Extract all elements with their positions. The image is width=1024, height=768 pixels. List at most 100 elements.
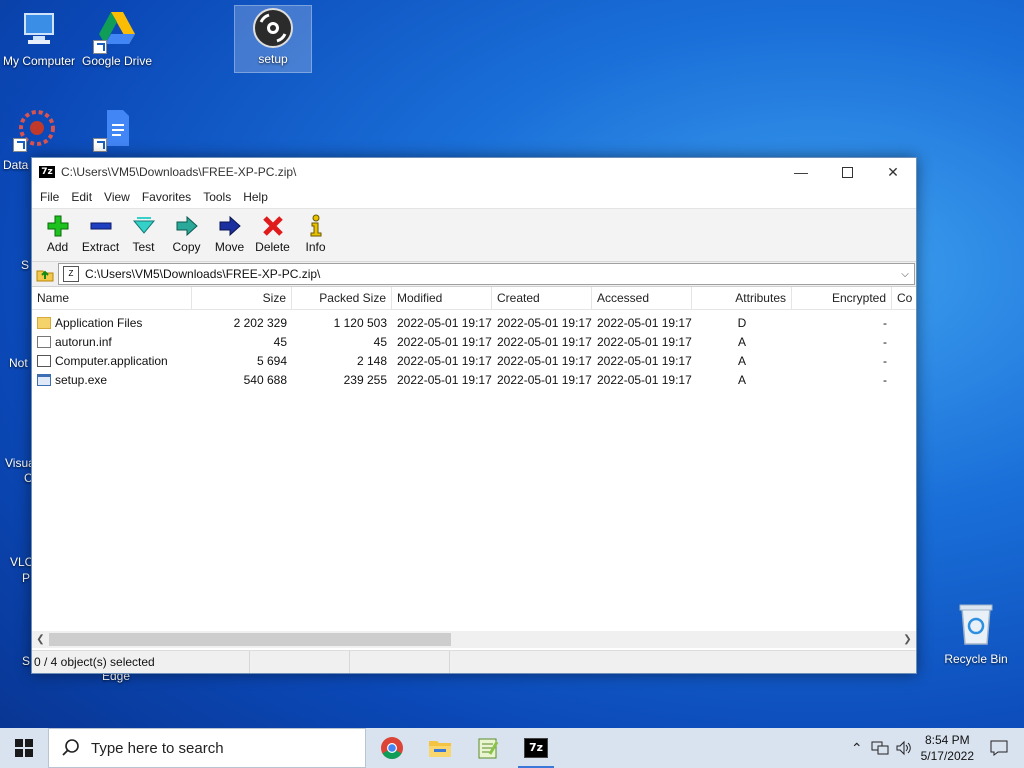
column-header-modified[interactable]: Modified: [392, 287, 492, 309]
sevenzip-window[interactable]: 7z C:\Users\VM5\Downloads\FREE-XP-PC.zip…: [31, 157, 917, 674]
menu-view[interactable]: View: [98, 190, 136, 204]
copy-button[interactable]: Copy: [165, 209, 208, 254]
check-icon: [132, 217, 155, 234]
data-app-icon: [13, 106, 59, 152]
extract-button[interactable]: Extract: [79, 209, 122, 254]
scroll-left-icon[interactable]: ❮: [32, 634, 49, 645]
file-accessed: 2022-05-01 19:17: [597, 354, 692, 368]
desktop-label-partial: Not: [9, 356, 28, 370]
taskbar: Type here to search 7z ⌃ 8:54 PM 5/17/20…: [0, 728, 1024, 768]
column-header-created[interactable]: Created: [492, 287, 592, 309]
delete-button[interactable]: Delete: [251, 209, 294, 254]
taskbar-chrome[interactable]: [368, 728, 416, 768]
chrome-icon: [381, 737, 403, 759]
desktop-label-partial: S: [21, 258, 30, 272]
status-cell: [350, 651, 450, 673]
file-packed-size: 239 255: [343, 373, 387, 387]
info-label: Info: [305, 240, 326, 254]
file-name: autorun.inf: [55, 335, 112, 349]
file-name: Application Files: [55, 316, 143, 330]
delete-x-icon: [262, 216, 283, 236]
file-modified: 2022-05-01 19:17: [397, 316, 492, 330]
notepad-icon: [478, 738, 499, 759]
path-combobox[interactable]: Z C:\Users\VM5\Downloads\FREE-XP-PC.zip\…: [58, 263, 915, 285]
clock-date: 5/17/2022: [920, 749, 974, 763]
network-icon[interactable]: [871, 740, 889, 756]
menu-favorites[interactable]: Favorites: [136, 190, 197, 204]
column-header-co[interactable]: Co: [892, 287, 916, 309]
shortcut-arrow-icon: [93, 138, 107, 152]
disc-icon: [251, 6, 295, 50]
column-header-size[interactable]: Size: [192, 287, 292, 309]
menu-tools[interactable]: Tools: [197, 190, 237, 204]
folder-icon: [429, 741, 451, 757]
maximize-button[interactable]: [824, 158, 870, 186]
table-row[interactable]: setup.exe 540 688 239 255 2022-05-01 19:…: [32, 371, 916, 390]
desktop-label-partial: VLC: [10, 555, 34, 569]
table-row[interactable]: autorun.inf 45 45 2022-05-01 19:17 2022-…: [32, 333, 916, 352]
scroll-right-icon[interactable]: ❯: [899, 634, 916, 645]
folder-up-icon: [36, 270, 54, 282]
taskbar-notepad-plus[interactable]: [464, 728, 512, 768]
file-packed-size: 1 120 503: [333, 316, 387, 330]
taskbar-7zip[interactable]: 7z: [512, 728, 560, 768]
file-list[interactable]: Name Size Packed Size Modified Created A…: [32, 287, 916, 652]
column-header-row: Name Size Packed Size Modified Created A…: [32, 287, 916, 310]
path-input[interactable]: C:\Users\VM5\Downloads\FREE-XP-PC.zip\: [85, 267, 896, 281]
close-button[interactable]: ✕: [870, 158, 916, 186]
up-folder-button[interactable]: [32, 263, 58, 285]
start-button[interactable]: [0, 728, 48, 768]
file-size: 45: [273, 335, 287, 349]
settings-file-icon: [37, 336, 51, 348]
horizontal-scrollbar[interactable]: ❮ ❯: [32, 631, 916, 648]
windows-logo-icon: [15, 739, 33, 757]
column-header-packed-size[interactable]: Packed Size: [292, 287, 392, 309]
desktop-icon-recycle-bin[interactable]: Recycle Bin: [938, 600, 1014, 666]
menu-file[interactable]: File: [34, 190, 65, 204]
move-button[interactable]: Move: [208, 209, 251, 254]
clock[interactable]: 8:54 PM 5/17/2022: [921, 732, 974, 764]
status-cell: [450, 651, 916, 673]
column-header-accessed[interactable]: Accessed: [592, 287, 692, 309]
column-header-attributes[interactable]: Attributes: [692, 287, 792, 309]
desktop-icon-my-computer[interactable]: My Computer: [1, 8, 77, 68]
chevron-up-icon[interactable]: ⌃: [851, 740, 863, 757]
desktop-icon-doc[interactable]: [79, 106, 155, 152]
desktop-icon-setup[interactable]: setup: [234, 5, 312, 73]
toolbar: Add Extract Test Copy Move Delete Info: [32, 208, 916, 262]
minimize-button[interactable]: —: [778, 158, 824, 186]
info-button[interactable]: Info: [294, 209, 337, 254]
scroll-track[interactable]: [49, 633, 899, 646]
column-header-encrypted[interactable]: Encrypted: [792, 287, 892, 309]
search-box[interactable]: Type here to search: [48, 728, 366, 768]
sevenzip-logo-icon: 7z: [524, 738, 548, 758]
copy-arrow-icon: [176, 215, 198, 237]
column-header-name[interactable]: Name: [32, 287, 192, 309]
table-row[interactable]: Application Files 2 202 329 1 120 503 20…: [32, 314, 916, 333]
add-button[interactable]: Add: [36, 209, 79, 254]
window-title: C:\Users\VM5\Downloads\FREE-XP-PC.zip\: [61, 165, 297, 179]
notification-icon[interactable]: [990, 740, 1008, 756]
test-button[interactable]: Test: [122, 209, 165, 254]
desktop-icon-data[interactable]: [1, 106, 73, 152]
title-bar[interactable]: 7z C:\Users\VM5\Downloads\FREE-XP-PC.zip…: [32, 158, 916, 186]
taskbar-file-explorer[interactable]: [416, 728, 464, 768]
desktop-icon-google-drive[interactable]: Google Drive: [79, 8, 155, 68]
scroll-thumb[interactable]: [49, 633, 451, 646]
chevron-down-icon[interactable]: ⌵: [896, 269, 914, 280]
application-file-icon: [37, 355, 51, 367]
menu-edit[interactable]: Edit: [65, 190, 98, 204]
maximize-icon: [841, 166, 853, 178]
folder-icon: [37, 317, 51, 329]
table-row[interactable]: Computer.application 5 694 2 148 2022-05…: [32, 352, 916, 371]
recycle-bin-icon: [954, 600, 998, 648]
file-created: 2022-05-01 19:17: [497, 373, 592, 387]
move-arrow-icon: [219, 215, 241, 237]
zip-archive-icon: Z: [63, 266, 79, 282]
executable-icon: [37, 374, 51, 386]
status-selection: 0 / 4 object(s) selected: [32, 651, 250, 673]
volume-icon[interactable]: [895, 740, 913, 756]
menu-help[interactable]: Help: [237, 190, 274, 204]
delete-label: Delete: [255, 240, 290, 254]
search-icon: [62, 739, 79, 756]
